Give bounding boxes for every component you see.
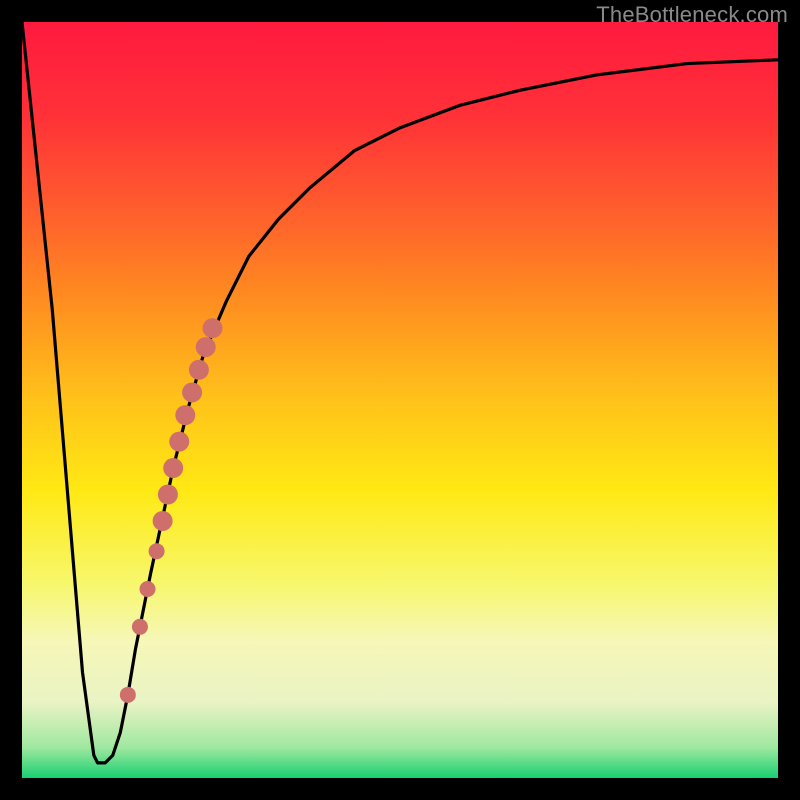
chart-marker [163,458,183,478]
chart-marker [169,432,189,452]
chart-marker [153,511,173,531]
chart-marker [182,382,202,402]
chart-marker [175,405,195,425]
watermark-text: TheBottleneck.com [596,2,788,28]
chart-background [22,22,778,778]
chart-frame: TheBottleneck.com [0,0,800,800]
chart-marker [132,619,148,635]
chart-marker [149,543,165,559]
chart-plot-area [22,22,778,778]
chart-svg [22,22,778,778]
chart-marker [203,318,223,338]
chart-marker [140,581,156,597]
chart-marker [196,337,216,357]
chart-marker [158,485,178,505]
chart-marker [189,360,209,380]
chart-marker [120,687,136,703]
